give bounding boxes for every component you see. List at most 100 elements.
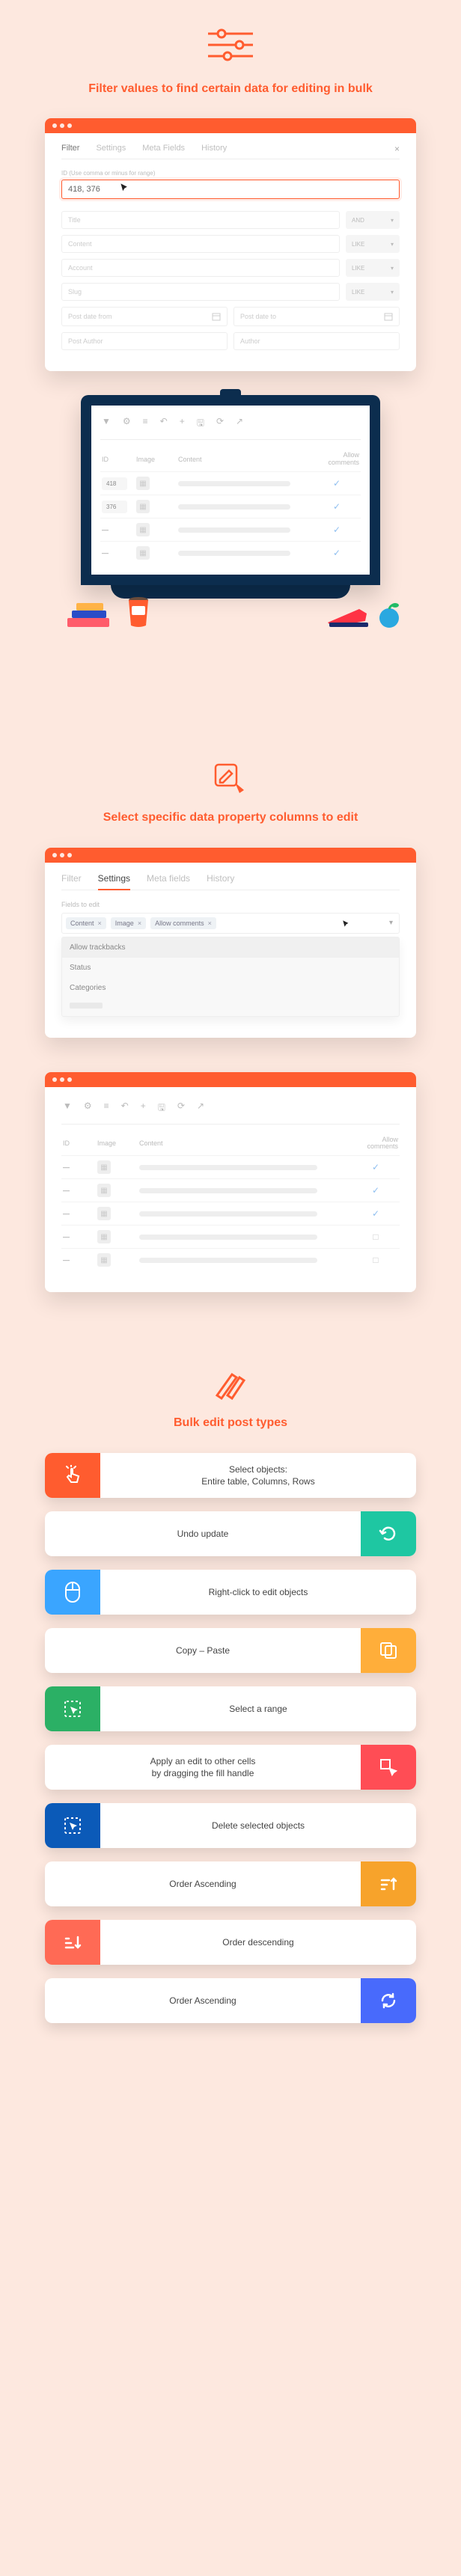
tab-filter[interactable]: Filter: [61, 144, 79, 153]
tab-history[interactable]: History: [201, 144, 227, 153]
refresh-icon[interactable]: ⟳: [177, 1101, 185, 1116]
tab-history[interactable]: History: [207, 873, 234, 884]
select-icon: [45, 1686, 100, 1731]
filter-date-from[interactable]: Post date from: [61, 307, 228, 326]
table-row[interactable]: —▦□: [61, 1248, 400, 1271]
sort-asc-icon: [361, 1861, 416, 1906]
plus-icon[interactable]: +: [180, 416, 185, 432]
save-icon[interactable]: 🖫: [197, 416, 204, 432]
tab-settings[interactable]: Settings: [96, 144, 126, 153]
table-row[interactable]: 418▦✓: [100, 471, 361, 495]
th-allow: Allow comments: [314, 452, 359, 467]
chevron-down-icon[interactable]: ▾: [389, 919, 393, 927]
dd-allow-trackbacks[interactable]: Allow trackbacks: [62, 937, 399, 958]
table-row[interactable]: —▦✓: [100, 518, 361, 541]
result-toolbar: ▼ ⚙ ≡ ↶ + 🖫 ⟳ ↗: [61, 1098, 400, 1125]
stapler-icon: [326, 606, 371, 627]
dd-categories[interactable]: Categories: [62, 978, 399, 998]
apple-icon: [376, 602, 403, 628]
refresh-icon[interactable]: ⟳: [216, 416, 224, 432]
sel-and[interactable]: AND▾: [346, 211, 400, 229]
filter-icon[interactable]: ▼: [102, 416, 111, 432]
feature-row: Select objects:Entire table, Columns, Ro…: [45, 1453, 416, 1498]
open-icon[interactable]: ↗: [236, 416, 243, 432]
filter-icon[interactable]: ▼: [63, 1101, 72, 1116]
table-row[interactable]: —▦✓: [61, 1155, 400, 1178]
save-icon[interactable]: 🖫: [158, 1101, 165, 1116]
tab-meta[interactable]: Meta fields: [147, 873, 190, 884]
tab-meta[interactable]: Meta Fields: [142, 144, 185, 153]
image-thumb-icon: ▦: [136, 500, 150, 513]
feature-text: Copy – Paste: [45, 1645, 361, 1656]
uncheck-icon: □: [353, 1255, 398, 1265]
undo-icon[interactable]: ↶: [121, 1101, 129, 1116]
tab-filter[interactable]: Filter: [61, 873, 82, 884]
settings-browser: Filter Settings Meta fields History Fiel…: [45, 848, 416, 1038]
filter-author-val[interactable]: Author: [233, 332, 400, 350]
dd-status[interactable]: Status: [62, 958, 399, 978]
webcam-icon: [220, 389, 241, 398]
open-icon[interactable]: ↗: [197, 1101, 204, 1116]
chip-allow: Allow comments×: [150, 917, 216, 929]
check-icon: ✓: [314, 524, 359, 535]
filter-content[interactable]: Content: [61, 235, 340, 253]
sliders-icon: [45, 22, 416, 67]
image-thumb-icon: ▦: [97, 1184, 111, 1197]
books-icon: [67, 602, 123, 627]
filter-title[interactable]: Title: [61, 211, 340, 229]
tap-icon: [45, 1453, 100, 1498]
chip-content: Content×: [66, 917, 106, 929]
id-input[interactable]: [61, 180, 400, 199]
table-row[interactable]: —▦✓: [61, 1178, 400, 1202]
feature-text: Apply an edit to other cellsby dragging …: [45, 1755, 361, 1779]
tab-settings[interactable]: Settings: [98, 873, 130, 890]
th-content: Content: [139, 1139, 349, 1147]
feature-text: Order Ascending: [45, 1995, 361, 2007]
th-allow: Allow comments: [353, 1136, 398, 1151]
check-icon: ✓: [353, 1162, 398, 1172]
monitor-toolbar: ▼ ⚙ ≡ ↶ + 🖫 ⟳ ↗: [100, 413, 361, 440]
fields-dropdown[interactable]: Allow trackbacks Status Categories: [61, 937, 400, 1017]
table-row[interactable]: —▦✓: [61, 1202, 400, 1225]
undo-icon[interactable]: ↶: [160, 416, 168, 432]
result-browser: ▼ ⚙ ≡ ↶ + 🖫 ⟳ ↗ ID Image Content Allow c…: [45, 1072, 416, 1293]
feature-row: Delete selected objects: [45, 1803, 416, 1848]
feature-row: Undo update: [45, 1511, 416, 1556]
feature-text: Select objects:Entire table, Columns, Ro…: [100, 1463, 416, 1487]
image-thumb-icon: ▦: [97, 1160, 111, 1174]
check-icon: ✓: [314, 478, 359, 489]
feature-row: Right-click to edit objects: [45, 1570, 416, 1615]
calendar-icon: [384, 312, 393, 321]
filter-account[interactable]: Account: [61, 259, 340, 277]
filter-date-to[interactable]: Post date to: [233, 307, 400, 326]
table-row[interactable]: —▦□: [61, 1225, 400, 1248]
check-icon: ✓: [314, 501, 359, 512]
close-icon[interactable]: ×: [394, 144, 400, 154]
coffee-cup-icon: [126, 594, 151, 628]
fields-chips[interactable]: Content× Image× Allow comments× ▾: [61, 913, 400, 934]
list-icon[interactable]: ≡: [104, 1101, 109, 1116]
delete-icon: [45, 1803, 100, 1848]
fields-label: Fields to edit: [61, 901, 400, 908]
filter-author[interactable]: Post Author: [61, 332, 228, 350]
th-id: ID: [102, 456, 132, 463]
feature-text: Order Ascending: [45, 1878, 361, 1890]
plus-icon[interactable]: +: [141, 1101, 146, 1116]
image-thumb-icon: ▦: [136, 477, 150, 490]
uncheck-icon: □: [353, 1232, 398, 1242]
filter-slug[interactable]: Slug: [61, 283, 340, 301]
feature-text: Delete selected objects: [100, 1820, 416, 1832]
gear-icon[interactable]: ⚙: [123, 416, 131, 432]
edit-tools-icon: [45, 1367, 416, 1401]
th-image: Image: [136, 456, 174, 463]
sort-desc-icon: [45, 1920, 100, 1965]
table-row[interactable]: —▦✓: [100, 541, 361, 564]
th-id: ID: [63, 1139, 93, 1147]
image-thumb-icon: ▦: [97, 1230, 111, 1243]
monitor: ▼ ⚙ ≡ ↶ + 🖫 ⟳ ↗ ID Image Content Allow c…: [81, 395, 380, 627]
list-icon[interactable]: ≡: [143, 416, 148, 432]
cursor-icon: [120, 183, 130, 193]
sel-like[interactable]: LIKE▾: [346, 235, 400, 253]
gear-icon[interactable]: ⚙: [84, 1101, 92, 1116]
table-row[interactable]: 376▦✓: [100, 495, 361, 518]
